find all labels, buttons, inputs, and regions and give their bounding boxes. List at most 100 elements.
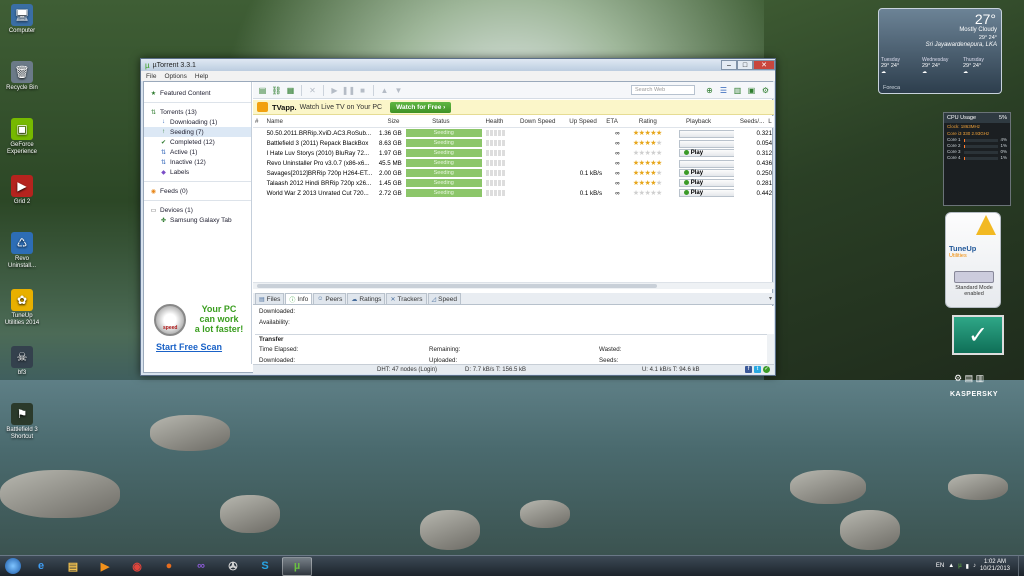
- remote-icon[interactable]: ▣: [746, 85, 757, 96]
- cell-rating[interactable]: ★★★★★: [631, 159, 677, 167]
- upload-status[interactable]: U: 4.1 kB/s T: 94.6 kB: [642, 367, 700, 373]
- detail-view-icon[interactable]: ▥: [732, 85, 743, 96]
- taskbar-item[interactable]: S: [250, 557, 280, 576]
- cell-rating[interactable]: ★★★★★: [631, 169, 677, 177]
- move-up-icon[interactable]: ▲: [379, 85, 390, 96]
- sidebar-item-downloading[interactable]: ↓ Downloading (1): [144, 117, 251, 127]
- column-seeds[interactable]: Seeds/...: [727, 118, 767, 125]
- twitter-icon[interactable]: t: [754, 366, 761, 373]
- rating-stars[interactable]: ★★★★★: [633, 160, 662, 167]
- desktop-icon[interactable]: ▣ GeForce Experience: [2, 118, 42, 175]
- move-down-icon[interactable]: ▼: [393, 85, 404, 96]
- desktop-icon[interactable]: ☠ bf3: [2, 346, 42, 403]
- column-health[interactable]: Health: [480, 118, 508, 125]
- menu-file[interactable]: File: [146, 73, 156, 80]
- rating-stars[interactable]: ★★★★★: [633, 180, 662, 187]
- stop-icon[interactable]: ■: [357, 85, 368, 96]
- mode-switch[interactable]: [954, 271, 994, 283]
- rating-stars[interactable]: ★★★★★: [633, 150, 662, 157]
- play-button[interactable]: [678, 139, 734, 148]
- facebook-icon[interactable]: f: [745, 366, 752, 373]
- table-row[interactable]: 50.50.2011.BRRip.XviD.AC3.RoSub... 1.36 …: [253, 128, 774, 138]
- column-playback[interactable]: Playback: [670, 118, 726, 125]
- add-url-icon[interactable]: ⛓: [271, 85, 282, 96]
- tuneup-gadget[interactable]: TuneUp Utilities Standard Mode enabled: [945, 212, 1001, 308]
- tab-info[interactable]: ⓘ Info: [285, 293, 313, 304]
- desktop-icon[interactable]: ♺ Revo Uninstall...: [2, 232, 42, 289]
- scrollbar-thumb[interactable]: [257, 284, 657, 288]
- column-name[interactable]: Name: [264, 118, 371, 125]
- search-input[interactable]: Search Web: [631, 85, 695, 95]
- taskbar-item[interactable]: ◉: [122, 557, 152, 576]
- download-status[interactable]: D: 7.7 kB/s T: 156.5 kB: [465, 367, 526, 373]
- remove-icon[interactable]: ✕: [307, 85, 318, 96]
- taskbar-item[interactable]: ▤: [58, 557, 88, 576]
- column-up-speed[interactable]: Up Speed: [557, 118, 598, 125]
- cell-rating[interactable]: ★★★★★: [631, 129, 677, 137]
- rating-stars[interactable]: ★★★★★: [633, 140, 662, 147]
- play-button[interactable]: Play: [678, 178, 734, 187]
- sidebar-item-feeds[interactable]: ◉ Feeds (0): [144, 186, 251, 196]
- table-row[interactable]: I Hate Luv Storys (2010) BluRay 72... 1.…: [253, 148, 774, 158]
- tab-ratings[interactable]: ☁ Ratings: [347, 293, 386, 304]
- minimize-button[interactable]: –: [721, 60, 737, 70]
- taskbar-item[interactable]: ∞: [186, 557, 216, 576]
- show-desktop-button[interactable]: [1018, 555, 1024, 576]
- rating-stars[interactable]: ★★★★★: [633, 190, 662, 197]
- tab-trackers[interactable]: ✕ Trackers: [386, 293, 427, 304]
- play-button[interactable]: Play: [678, 168, 734, 177]
- cell-rating[interactable]: ★★★★★: [631, 189, 677, 197]
- table-row[interactable]: World War Z 2013 Unrated Cut 720... 2.72…: [253, 188, 774, 198]
- sidebar-item-active[interactable]: ⇅ Active (1): [144, 147, 251, 157]
- title-bar[interactable]: µ µTorrent 3.3.1 – □ ✕: [141, 59, 775, 71]
- play-button[interactable]: Play: [678, 148, 734, 157]
- sidebar-item-completed[interactable]: ✔ Completed (12): [144, 137, 251, 147]
- language-indicator[interactable]: EN: [936, 563, 944, 569]
- desktop-icon[interactable]: ⚑ Battlefield 3 Shortcut: [2, 403, 42, 460]
- close-button[interactable]: ✕: [753, 60, 775, 70]
- sidebar-item-featured[interactable]: ★ Featured Content: [144, 88, 251, 98]
- add-torrent-icon[interactable]: ▤: [257, 85, 268, 96]
- play-button[interactable]: [678, 129, 734, 138]
- start-icon[interactable]: ▶: [329, 85, 340, 96]
- menu-options[interactable]: Options: [164, 73, 186, 80]
- column-size[interactable]: Size: [371, 118, 401, 125]
- volume-icon[interactable]: ♪: [973, 563, 976, 569]
- cpu-gadget[interactable]: CPU Usage 5% Clock: 1863MHz Core i3 330 2…: [943, 112, 1011, 206]
- desktop-icon[interactable]: ▶ Grid 2: [2, 175, 42, 232]
- column-more[interactable]: L: [766, 118, 774, 125]
- sidebar-item-torrents[interactable]: ⇅ Torrents (13): [144, 107, 251, 117]
- start-free-scan-link[interactable]: Start Free Scan: [156, 342, 222, 352]
- taskbar-item[interactable]: ▶: [90, 557, 120, 576]
- sidebar-item-samsung-tab[interactable]: ✤ Samsung Galaxy Tab: [144, 215, 251, 225]
- table-row[interactable]: Revo Uninstaller Pro v3.0.7 (x86-x6... 4…: [253, 158, 774, 168]
- table-row[interactable]: Battlefield 3 (2011) Repack BlackBox 8.6…: [253, 138, 774, 148]
- table-row[interactable]: Savages[2012]BRRip 720p H264-ET... 2.00 …: [253, 168, 774, 178]
- column-num[interactable]: #: [253, 118, 264, 125]
- kaspersky-tool-icons[interactable]: ⚙ ▤ ▥: [954, 373, 984, 384]
- start-button[interactable]: [0, 556, 26, 576]
- create-torrent-icon[interactable]: ▦: [285, 85, 296, 96]
- dht-status[interactable]: DHT: 47 nodes (Login): [377, 367, 437, 373]
- list-view-icon[interactable]: ☰: [718, 85, 729, 96]
- sidebar-item-devices[interactable]: ▭ Devices (1): [144, 205, 251, 215]
- table-row[interactable]: Talaash 2012 Hindi BRRip 720p x26... 1.4…: [253, 178, 774, 188]
- desktop-icon[interactable]: ✿ TuneUp Utilities 2014: [2, 289, 42, 346]
- taskbar-item[interactable]: ●: [154, 557, 184, 576]
- clock[interactable]: 1:02 AM 10/21/2013: [980, 559, 1010, 573]
- column-down-speed[interactable]: Down Speed: [509, 118, 558, 125]
- network-icon[interactable]: ▮: [966, 563, 969, 570]
- tab-peers[interactable]: ☺ Peers: [313, 293, 347, 304]
- desktop-icon[interactable]: 🗑 Recycle Bin: [2, 61, 42, 118]
- sidebar-item-labels[interactable]: ◆ Labels: [144, 167, 251, 177]
- maximize-button[interactable]: □: [737, 60, 753, 70]
- column-eta[interactable]: ETA: [599, 118, 625, 125]
- taskbar-item[interactable]: µ: [282, 556, 312, 576]
- play-button[interactable]: Play: [678, 188, 734, 197]
- kaspersky-gadget[interactable]: ✓ ⚙ ▤ ▥ KASPERSKY: [946, 315, 1010, 403]
- taskbar-item[interactable]: e: [26, 557, 56, 576]
- menu-help[interactable]: Help: [195, 73, 208, 80]
- taskbar-item[interactable]: ✇: [218, 557, 248, 576]
- pause-icon[interactable]: ❚❚: [342, 85, 355, 96]
- network-ok-icon[interactable]: ✓: [763, 366, 770, 373]
